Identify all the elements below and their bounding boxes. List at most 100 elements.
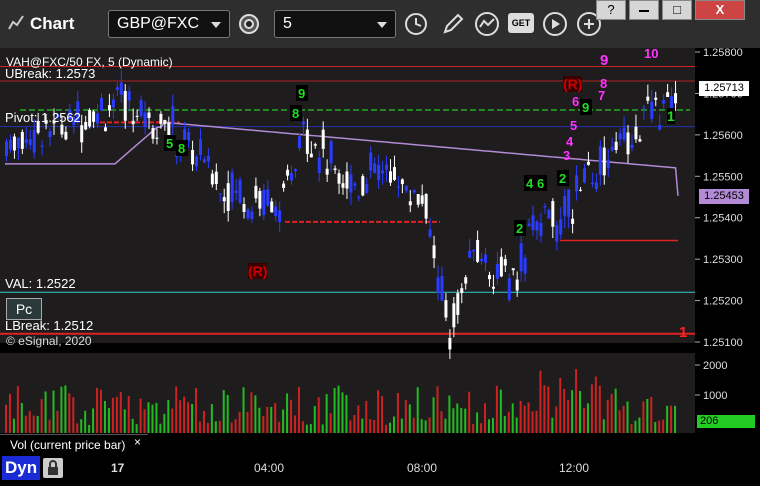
chart-area[interactable]: 985846229654387 1.258001.257001.256001.2… (0, 46, 760, 481)
candle-body (341, 183, 345, 188)
volume-bar (377, 390, 380, 433)
candle-body (598, 146, 602, 175)
candle-body (499, 256, 503, 277)
app-title: Chart (30, 14, 75, 33)
candle-body (151, 128, 155, 139)
candle-body (159, 113, 163, 124)
maximize-button[interactable]: □ (662, 0, 692, 20)
candle-body (195, 156, 199, 167)
candle-body (147, 112, 151, 118)
get-data-button[interactable]: GET (508, 13, 534, 33)
volume-bar (282, 409, 285, 433)
candle-body (246, 209, 250, 219)
volume-bar (602, 419, 605, 433)
volume-bar (278, 421, 281, 433)
volume-bar (503, 416, 506, 433)
volume-bar (630, 424, 633, 433)
count-digit-green: 9 (298, 86, 305, 101)
last-price-value: 1.25713 (704, 82, 744, 94)
volume-bar (313, 406, 316, 433)
candle-body (575, 175, 579, 192)
candle-body (139, 100, 143, 117)
ubreak-label: UBreak: 1.2573 (5, 66, 96, 81)
volume-bar (24, 415, 27, 433)
candle-body (606, 159, 610, 169)
volume-bar (305, 424, 308, 433)
candle-body (361, 176, 365, 196)
volume-bar (242, 387, 245, 433)
candle-body (357, 197, 361, 199)
volume-bar (297, 387, 300, 433)
pencil-draw-icon[interactable] (440, 11, 466, 37)
volume-current-value: 206 (700, 415, 719, 427)
volume-bar (250, 392, 253, 433)
volume-bar (650, 396, 653, 433)
candle-body (32, 129, 36, 153)
settings-gear-icon[interactable] (236, 11, 262, 37)
candle-body (472, 249, 476, 252)
close-study-icon[interactable]: × (134, 435, 141, 449)
candle-body (226, 183, 230, 211)
candle-body (345, 171, 349, 189)
volume-bar (96, 387, 99, 433)
volume-bar (171, 408, 174, 433)
candle-body (610, 146, 614, 151)
volume-bar (523, 405, 526, 433)
volume-bar (175, 386, 178, 433)
interval-selector[interactable]: 5 (274, 10, 396, 38)
volume-bar (658, 420, 661, 433)
candle-body (452, 303, 456, 328)
chevron-down-icon[interactable] (211, 22, 221, 28)
time-tick-17: 17 (111, 461, 125, 475)
symbol-selector[interactable]: GBP@FXC (108, 10, 230, 38)
clock-icon[interactable] (403, 11, 429, 37)
candle-body (254, 185, 258, 199)
candle-body (238, 179, 242, 203)
candle-body (48, 131, 52, 137)
count-one-right: 1 (667, 108, 675, 124)
count-digit-magenta: 7 (598, 88, 605, 103)
volume-bar (20, 402, 23, 433)
time-tick-0800: 08:00 (407, 461, 438, 475)
count-digit-green: 2 (559, 171, 566, 186)
volume-bar (64, 385, 67, 433)
studies-icon[interactable] (474, 11, 500, 37)
help-button[interactable]: ? (596, 0, 626, 20)
volume-bar (76, 423, 79, 433)
volume-bar (674, 405, 677, 433)
price-tick-label: 1.25600 (703, 130, 743, 142)
volume-bar (507, 411, 510, 433)
dynamic-button[interactable]: Dyn (2, 456, 40, 480)
count-digit-green: 5 (166, 136, 173, 151)
candle-body (250, 211, 254, 219)
candle-body (286, 169, 290, 176)
volume-bar (28, 410, 31, 433)
lock-icon[interactable] (43, 458, 63, 478)
volume-bar (115, 396, 118, 433)
volume-bar (654, 421, 657, 433)
candle-body (266, 189, 270, 206)
volume-bar (329, 413, 332, 433)
candle-body (337, 173, 341, 184)
candle-body (650, 101, 654, 119)
volume-bar (119, 391, 122, 433)
volume-bar (373, 420, 376, 433)
volume-bar (84, 410, 87, 433)
chevron-down-icon[interactable] (377, 22, 387, 28)
candle-body (24, 139, 28, 143)
pc-badge[interactable]: Pc (6, 298, 42, 320)
chart-icon (8, 14, 24, 30)
volume-bar (420, 419, 423, 433)
candle-body (290, 173, 294, 181)
minimize-button[interactable] (629, 0, 659, 20)
volume-bar (499, 389, 502, 433)
play-icon[interactable] (542, 11, 568, 37)
candle-body (412, 190, 416, 193)
candle-body (484, 254, 488, 263)
volume-bar (614, 388, 617, 433)
candle-body (115, 87, 119, 90)
volume-bar (404, 400, 407, 433)
price-chart[interactable]: 985846229654387 1.258001.257001.256001.2… (0, 47, 760, 481)
close-button[interactable]: X (695, 0, 745, 20)
candle-body (369, 152, 373, 171)
